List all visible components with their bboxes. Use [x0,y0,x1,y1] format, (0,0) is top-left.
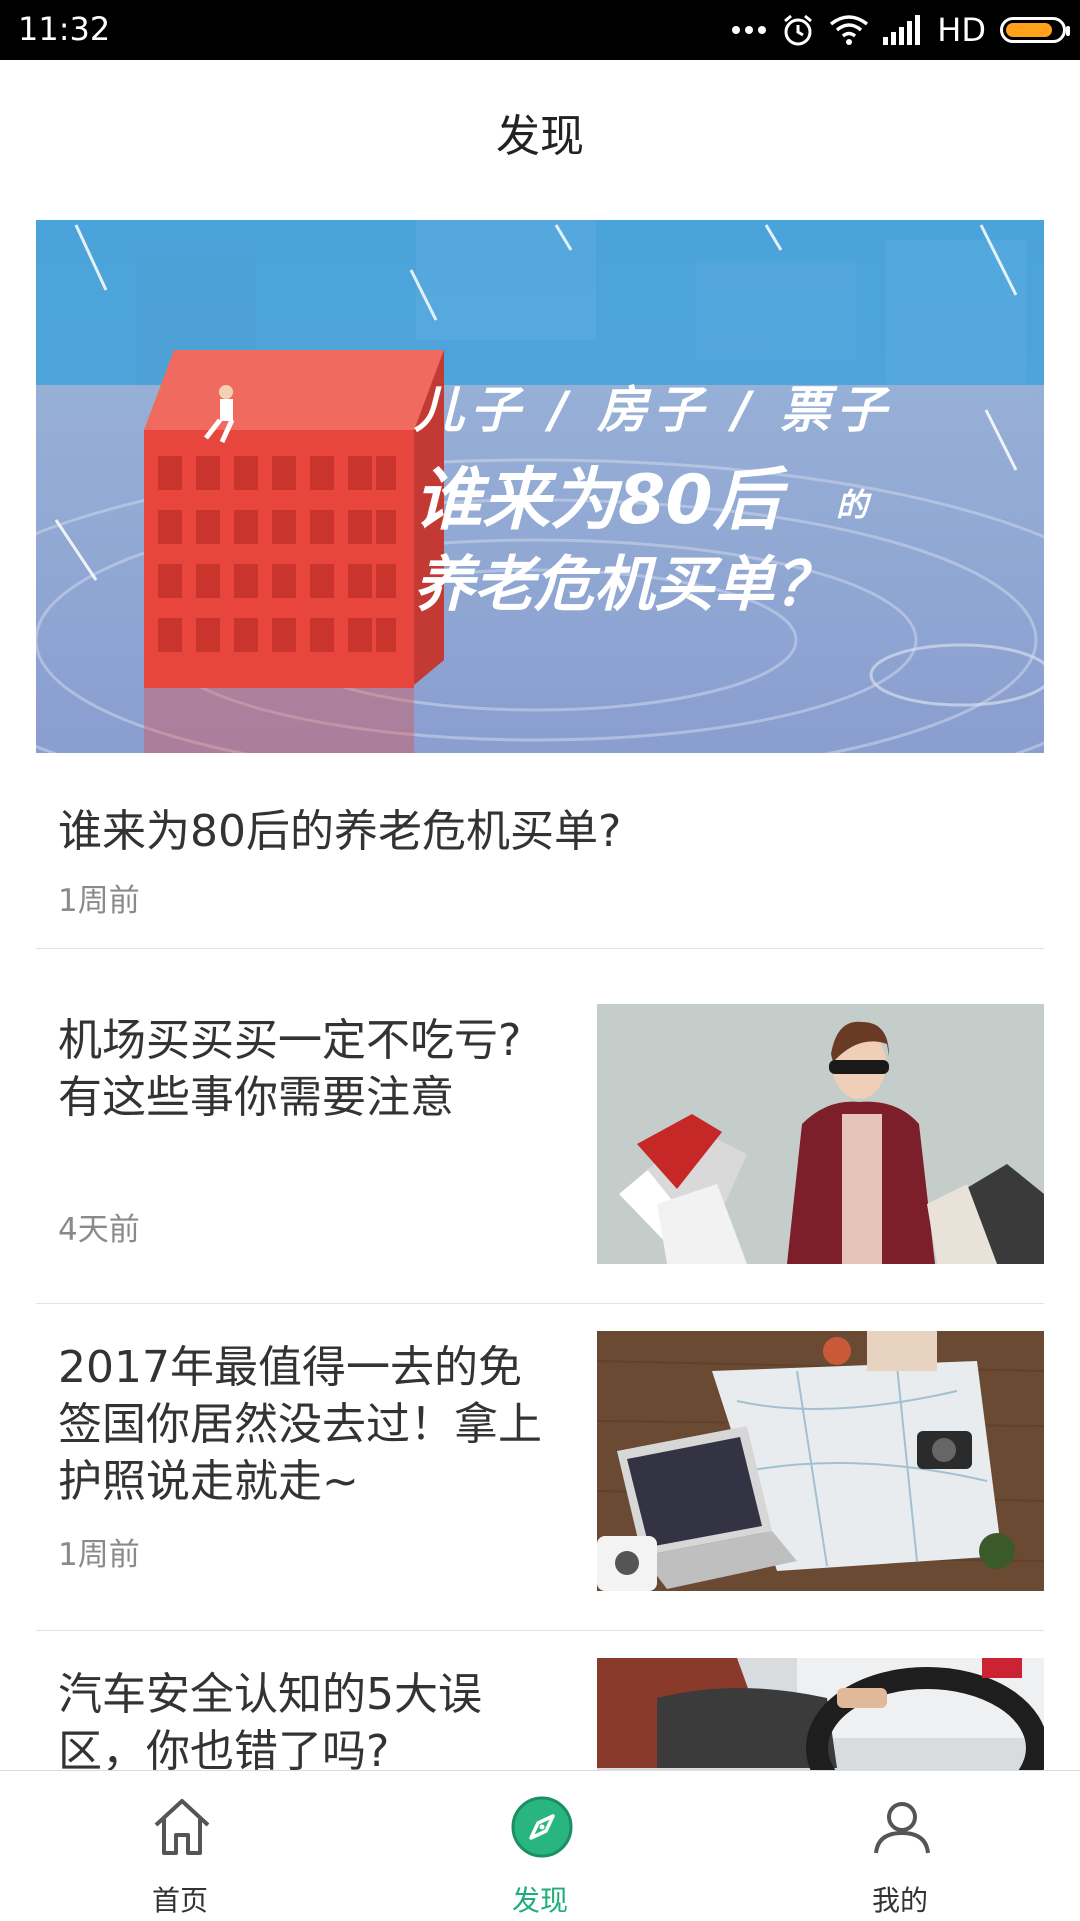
article-feed[interactable]: 儿子 / 房子 / 票子 谁来为80后 的 养老危机买单？ 谁来为80后的养老危… [0,220,1080,1770]
article-title: 2017年最值得一去的免签国你居然没去过！拿上护照说走就走~ [58,1342,542,1507]
divider [36,1303,1044,1304]
user-icon [874,1802,930,1854]
article-item[interactable]: 2017年最值得一去的免签国你居然没去过！拿上护照说走就走~ 1周前 [0,1331,1080,1661]
banner-headline-1: 儿子 / 房子 / 票子 [414,381,893,439]
article-time: 1周前 [58,1537,140,1573]
page-title: 发现 [496,111,584,162]
hero-article-title[interactable]: 谁来为80后的养老危机买单? [58,795,621,859]
status-time: 11:32 [18,10,111,48]
divider [36,1630,1044,1631]
tab-label-home: 首页 [151,1884,208,1917]
tab-home[interactable]: 首页 [0,1771,360,1921]
status-icons: HD [731,8,1070,52]
hero-banner[interactable]: 儿子 / 房子 / 票子 谁来为80后 的 养老危机买单？ [36,220,1044,753]
shopping-woman-photo [597,1004,1044,1264]
home-icon [154,1799,210,1855]
battery-icon [1000,17,1070,43]
tab-discover[interactable]: 发现 [360,1771,720,1921]
network-type: HD [937,11,986,49]
banner-headline-2: 谁来为80后 [414,461,781,540]
hero-article-time: 1周前 [58,883,140,919]
tab-profile[interactable]: 我的 [720,1771,1080,1921]
article-title: 机场买买买一定不吃亏? 有这些事你需要注意 [58,1015,522,1123]
signal-icon [883,15,921,45]
wifi-icon [830,15,869,45]
alarm-icon [784,14,813,46]
article-item[interactable]: 汽车安全认知的5大误区，你也错了吗? [0,1658,1080,1770]
tab-label-profile: 我的 [871,1884,928,1917]
article-title: 汽车安全认知的5大误区，你也错了吗? [58,1669,482,1770]
travel-map-laptop-photo [597,1331,1044,1591]
status-bar: 11:32 HD [0,0,1080,60]
driving-car-photo [597,1658,1044,1770]
bottom-tab-bar: 首页 发现 我的 [0,1770,1080,1921]
more-dots-icon [732,26,767,34]
article-time: 4天前 [58,1212,140,1248]
banner-headline-3: 养老危机买单？ [414,550,834,620]
banner-headline-2-suffix: 的 [836,486,869,524]
divider [36,948,1044,949]
tab-label-discover: 发现 [511,1884,568,1917]
article-item[interactable]: 机场买买买一定不吃亏? 有这些事你需要注意 4天前 [0,1004,1080,1334]
compass-icon [511,1796,573,1858]
